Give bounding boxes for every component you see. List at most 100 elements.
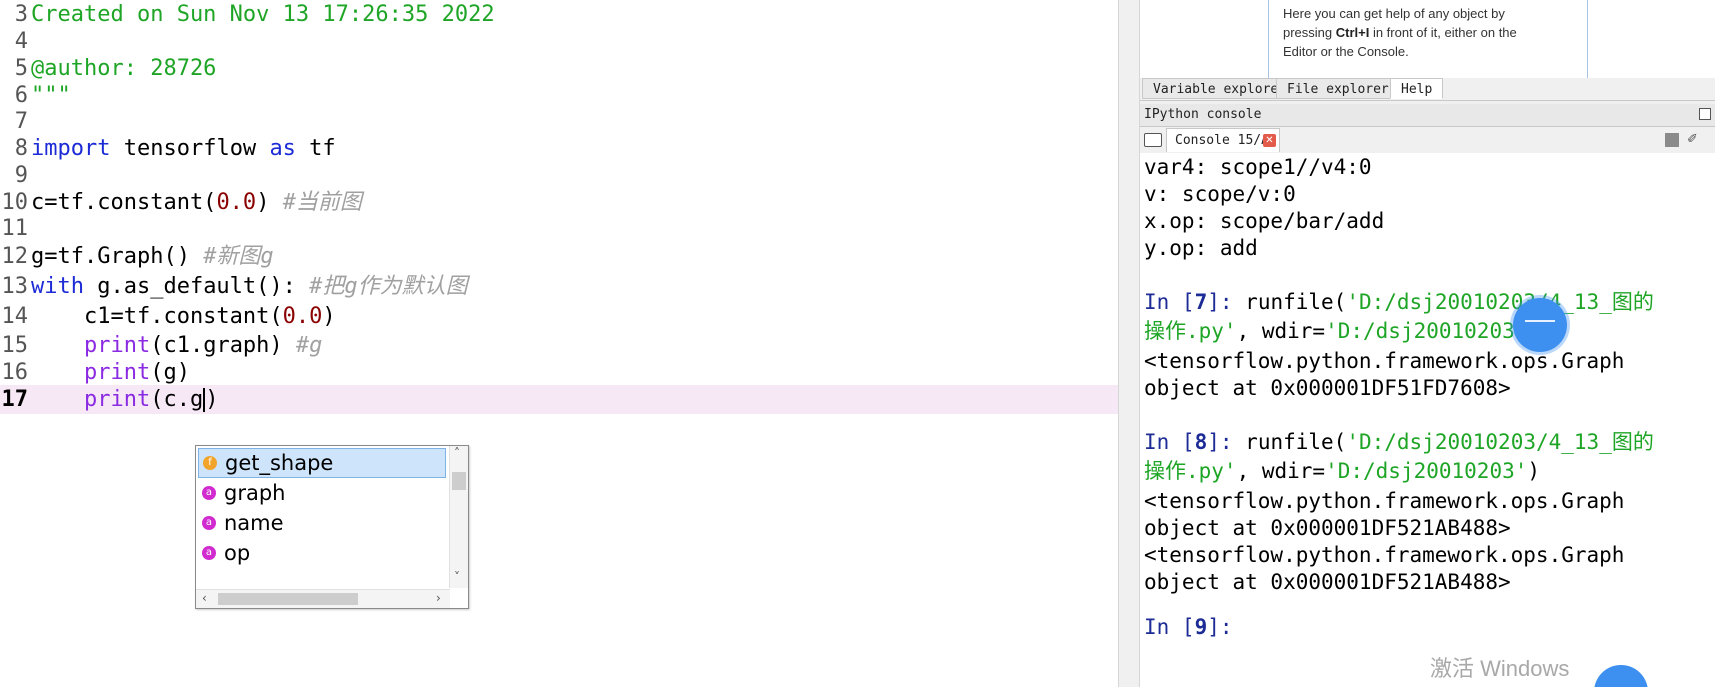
autocomplete-vertical-scrollbar[interactable]: ˄ ˅: [449, 446, 468, 588]
scroll-thumb[interactable]: [218, 593, 358, 605]
code-text: c=tf.constant(0.0) #当前图: [31, 190, 362, 215]
scroll-thumb[interactable]: [452, 472, 466, 490]
floating-assistant-icon[interactable]: [1513, 298, 1567, 352]
console-output[interactable]: var4: scope1//v4:0 v: scope/v:0 x.op: sc…: [1140, 153, 1715, 687]
line-number: 7: [14, 109, 28, 134]
code-line[interactable]: 15 print(c1.graph) #g: [0, 331, 1118, 360]
scroll-left-icon[interactable]: ‹: [202, 591, 207, 605]
console-tab-label: Console 15/A: [1175, 133, 1269, 148]
autocomplete-item[interactable]: a graph: [198, 478, 446, 508]
autocomplete-popup[interactable]: f get_shape a graph a name a op ˄ ˅ ‹ ›: [195, 445, 469, 609]
console-input-line: In [9]:: [1144, 615, 1233, 639]
line-number: 12: [1, 244, 29, 269]
code-line[interactable]: 7: [0, 107, 1118, 136]
code-text: print(g): [83, 360, 190, 385]
code-line[interactable]: 3 Created on Sun Nov 13 17:26:35 2022: [0, 0, 1118, 29]
pane-tabs: Variable explorer File explorer Help: [1140, 78, 1715, 101]
autocomplete-item-label: name: [224, 511, 284, 535]
eraser-icon[interactable]: ✐: [1687, 133, 1703, 147]
help-line: pressing Ctrl+I in front of it, either o…: [1283, 25, 1517, 40]
stop-icon[interactable]: [1665, 133, 1679, 147]
line-number: 6: [14, 83, 28, 108]
code-line[interactable]: 9: [0, 161, 1118, 190]
code-line[interactable]: 11: [0, 214, 1118, 243]
scroll-down-icon[interactable]: ˅: [454, 570, 460, 584]
line-number: 16: [1, 360, 29, 385]
line-number: 3: [14, 2, 28, 27]
console-output-line: object at 0x000001DF521AB488>: [1144, 570, 1511, 594]
pane-splitter[interactable]: [1118, 0, 1140, 687]
code-editor[interactable]: 3 Created on Sun Nov 13 17:26:35 2022 4 5 @a…: [0, 0, 1118, 687]
line-number: 14: [1, 304, 29, 329]
line-number: 10: [1, 190, 29, 215]
tab-file-explorer[interactable]: File explorer: [1276, 78, 1400, 99]
console-output-line: object at 0x000001DF521AB488>: [1144, 516, 1511, 540]
line-number: 11: [1, 216, 29, 241]
code-line[interactable]: 12 g=tf.Graph() #新图g: [0, 242, 1118, 271]
scroll-up-icon[interactable]: ˄: [454, 446, 460, 460]
attribute-icon: a: [202, 486, 216, 500]
autocomplete-item-label: op: [224, 541, 251, 565]
console-output-line: object at 0x000001DF51FD7608>: [1144, 376, 1511, 400]
line-number: 13: [1, 274, 29, 299]
console-output-line: <tensorflow.python.framework.ops.Graph: [1144, 543, 1625, 567]
code-line[interactable]: 8 import tensorflow as tf: [0, 134, 1118, 163]
windows-activation-watermark: 激活 Windows: [1430, 656, 1570, 681]
line-number: 5: [14, 56, 28, 81]
line-number: 4: [14, 29, 28, 54]
code-text: c1=tf.constant(0.0): [31, 304, 336, 329]
console-output-line: v: scope/v:0: [1144, 182, 1296, 206]
right-panes: Here you can get help of any object by p…: [1140, 0, 1715, 687]
folder-icon[interactable]: [1144, 133, 1162, 147]
code-line[interactable]: 10 c=tf.constant(0.0) #当前图: [0, 188, 1118, 217]
console-input-line: In [8]: runfile('D:/dsj20010203/4_13_图的: [1144, 430, 1654, 454]
line-number: 17: [1, 387, 29, 412]
autocomplete-item-label: get_shape: [225, 451, 334, 475]
line-number: 9: [14, 163, 28, 188]
code-text: print(c.g): [83, 387, 219, 412]
help-pane: Here you can get help of any object by p…: [1140, 0, 1715, 79]
code-text: import tensorflow as tf: [31, 136, 336, 161]
autocomplete-item[interactable]: a name: [198, 508, 446, 538]
code-line[interactable]: 13 with g.as_default(): #把g作为默认图: [0, 272, 1118, 301]
autocomplete-item[interactable]: f get_shape: [198, 448, 446, 478]
help-line: Here you can get help of any object by: [1283, 6, 1505, 21]
console-output-line: x.op: scope/bar/add: [1144, 209, 1385, 233]
help-line: Editor or the Console.: [1283, 44, 1409, 59]
help-text: Here you can get help of any object by p…: [1283, 4, 1573, 61]
tab-help[interactable]: Help: [1390, 78, 1444, 99]
scroll-right-icon[interactable]: ›: [436, 591, 441, 605]
console-input-line: 操作.py', wdir='D:/dsj20010203'): [1144, 319, 1540, 343]
shortcut-key: Ctrl+I: [1335, 25, 1370, 40]
ipython-console-title: IPython console: [1144, 107, 1262, 122]
console-output-line: <tensorflow.python.framework.ops.Graph: [1144, 349, 1625, 373]
autocomplete-horizontal-scrollbar[interactable]: ‹ ›: [196, 589, 450, 608]
attribute-icon: a: [202, 546, 216, 560]
floating-assistant-icon[interactable]: [1594, 665, 1648, 687]
code-line[interactable]: 6 """: [0, 81, 1118, 110]
console-tab[interactable]: Console 15/A ✕: [1166, 128, 1280, 152]
close-icon[interactable]: ✕: [1263, 134, 1276, 147]
autocomplete-item[interactable]: a op: [198, 538, 446, 568]
help-intro-box: Here you can get help of any object by p…: [1268, 0, 1588, 79]
tab-variable-explorer[interactable]: Variable explorer: [1142, 78, 1298, 99]
code-text: @author: 28726: [31, 56, 217, 81]
code-text: Created on Sun Nov 13 17:26:35 2022: [31, 2, 495, 27]
undock-icon[interactable]: [1699, 108, 1711, 120]
autocomplete-item-label: graph: [224, 481, 286, 505]
console-input-line: In [7]: runfile('D:/dsj20010203/4_13_图的: [1144, 290, 1654, 314]
code-line[interactable]: 5 @author: 28726: [0, 54, 1118, 83]
code-text: with g.as_default(): #把g作为默认图: [31, 274, 468, 299]
console-tab-bar: Console 15/A ✕ ✐: [1140, 127, 1715, 154]
line-number: 8: [14, 136, 28, 161]
ipython-console-header: IPython console: [1140, 104, 1715, 127]
console-output-line: var4: scope1//v4:0: [1144, 155, 1372, 179]
code-line[interactable]: 14 c1=tf.constant(0.0): [0, 302, 1118, 331]
code-line[interactable]: 4: [0, 27, 1118, 56]
line-number: 15: [1, 333, 29, 358]
function-icon: f: [203, 456, 217, 470]
console-output-line: y.op: add: [1144, 236, 1258, 260]
current-code-line[interactable]: 17 print(c.g): [0, 385, 1118, 414]
attribute-icon: a: [202, 516, 216, 530]
code-line[interactable]: 16 print(g): [0, 358, 1118, 387]
